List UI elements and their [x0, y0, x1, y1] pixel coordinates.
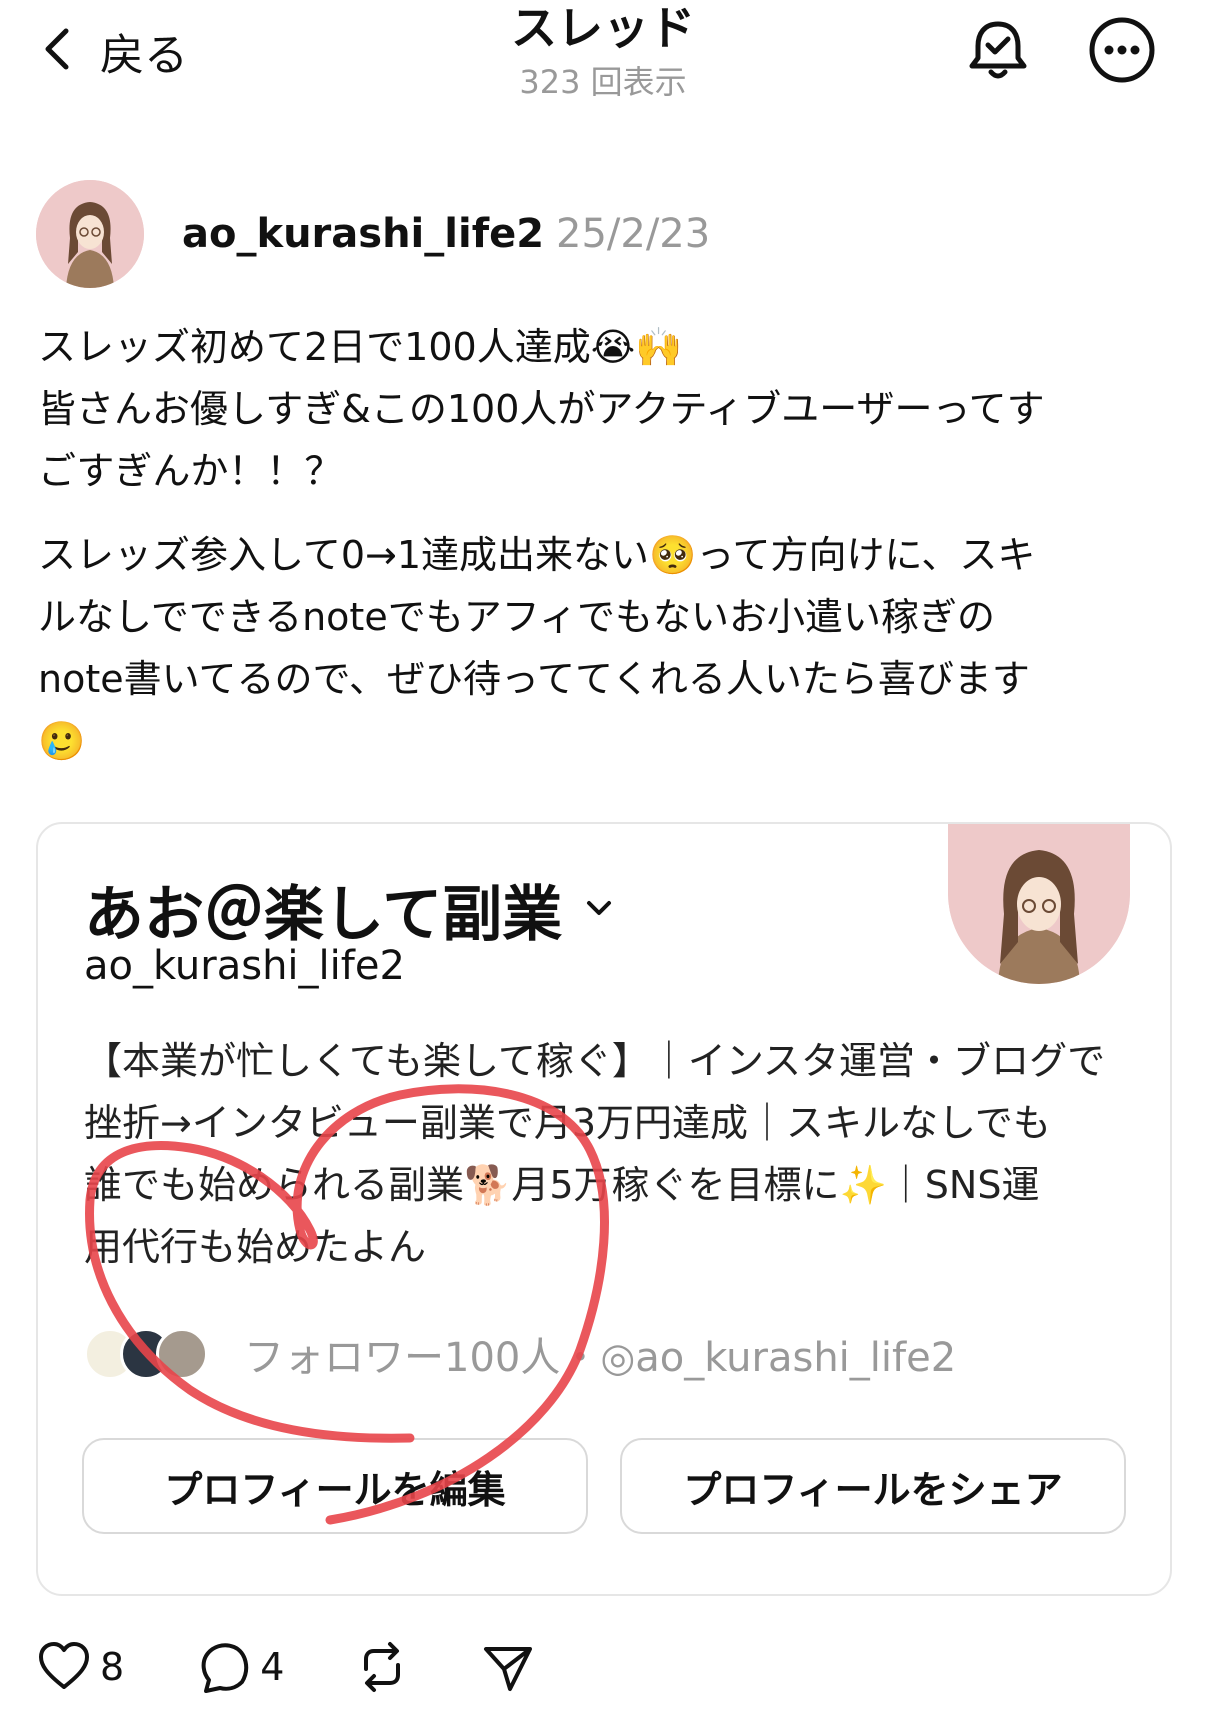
post-paragraph: スレッズ参入して0→1達成出来ない🥺って方向けに、スキ ルなしでできるnoteで…	[38, 533, 1036, 763]
author-avatar[interactable]	[36, 180, 144, 288]
heart-icon	[39, 1642, 89, 1689]
followers-text: フォロワー100人・◎ao_kurashi_life2	[244, 1335, 957, 1381]
post-body: スレッズ初めて2日で100人達成😭🙌 皆さんお優しすぎ&この100人がアクティブ…	[38, 316, 1178, 794]
edit-profile-button[interactable]: プロフィールを編集	[82, 1438, 588, 1534]
like-button[interactable]: 8	[36, 1639, 124, 1695]
bio-line: 挫折→インタビュー副業で月3万円達成｜スキルなしでも	[84, 1101, 1051, 1145]
follower-avatars	[84, 1326, 220, 1382]
share-profile-button[interactable]: プロフィールをシェア	[620, 1438, 1126, 1534]
title-block: スレッド 323 回表示	[403, 0, 803, 104]
reply-button[interactable]: 4	[196, 1639, 284, 1695]
chevron-down-icon	[582, 891, 616, 929]
chevron-left-icon	[40, 25, 76, 77]
repost-button[interactable]	[354, 1639, 410, 1695]
profile-avatar[interactable]	[948, 824, 1130, 984]
bio-line: 【本業が忙しくても楽して稼ぐ】｜インスタ運営・ブログで	[84, 1039, 1106, 1083]
back-label: 戻る	[100, 30, 188, 81]
bell-check-icon	[969, 21, 1027, 79]
profile-bio: 【本業が忙しくても楽して稼ぐ】｜インスタ運営・ブログで 挫折→インタビュー副業で…	[84, 1030, 1134, 1278]
post-actions: 8 4	[36, 1632, 536, 1702]
repost-icon	[364, 1642, 401, 1692]
profile-handle: ao_kurashi_life2	[84, 943, 405, 989]
page-title: スレッド	[511, 1, 695, 55]
comment-icon	[201, 1643, 249, 1693]
reply-count: 4	[260, 1645, 285, 1689]
post-paragraph: スレッズ初めて2日で100人達成😭🙌 皆さんお優しすぎ&この100人がアクティブ…	[38, 325, 1045, 493]
view-count: 323 回表示	[519, 63, 687, 101]
like-count: 8	[100, 1645, 125, 1689]
author-username[interactable]: ao_kurashi_life2	[182, 208, 544, 260]
bio-line: 用代行も始めたよん	[84, 1225, 427, 1269]
followers-row[interactable]: フォロワー100人・◎ao_kurashi_life2	[84, 1324, 956, 1384]
profile-card[interactable]: あお＠楽して副業 ao_kurashi_life2 【本業が忙しくても楽して稼ぐ…	[36, 822, 1172, 1596]
more-icon	[1089, 17, 1155, 83]
post-date: 25/2/23	[556, 211, 711, 257]
share-button[interactable]	[480, 1639, 536, 1695]
top-bar: 戻る スレッド 323 回表示	[0, 0, 1206, 120]
send-icon	[484, 1647, 533, 1691]
avatar	[156, 1328, 208, 1380]
bio-line: 誰でも始められる副業🐕月5万稼ぐを目標に✨｜SNS運	[84, 1163, 1040, 1207]
notify-button[interactable]	[962, 14, 1034, 86]
back-button[interactable]: 戻る	[40, 18, 188, 84]
more-button[interactable]	[1086, 14, 1158, 86]
